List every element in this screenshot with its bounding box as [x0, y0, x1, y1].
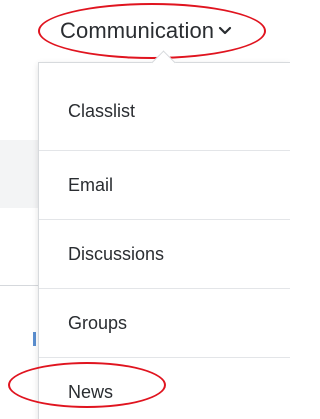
chevron-down-icon — [218, 26, 232, 36]
communication-menu-label: Communication — [60, 18, 215, 43]
page: Communication Classlist Email Discussion… — [0, 0, 290, 419]
menu-item-email[interactable]: Email — [39, 151, 290, 220]
communication-dropdown-menu: Classlist Email Discussions Groups News — [38, 62, 290, 419]
background-panel — [0, 140, 38, 208]
menu-item-discussions[interactable]: Discussions — [39, 220, 290, 289]
communication-menu-button[interactable]: Communication — [60, 14, 232, 48]
menu-item-news[interactable]: News — [39, 358, 290, 419]
menu-item-classlist[interactable]: Classlist — [39, 63, 290, 151]
background-link-fragment — [33, 332, 40, 346]
dropdown-list: Classlist Email Discussions Groups News — [39, 63, 290, 419]
background-divider — [0, 285, 38, 286]
menu-item-groups[interactable]: Groups — [39, 289, 290, 358]
